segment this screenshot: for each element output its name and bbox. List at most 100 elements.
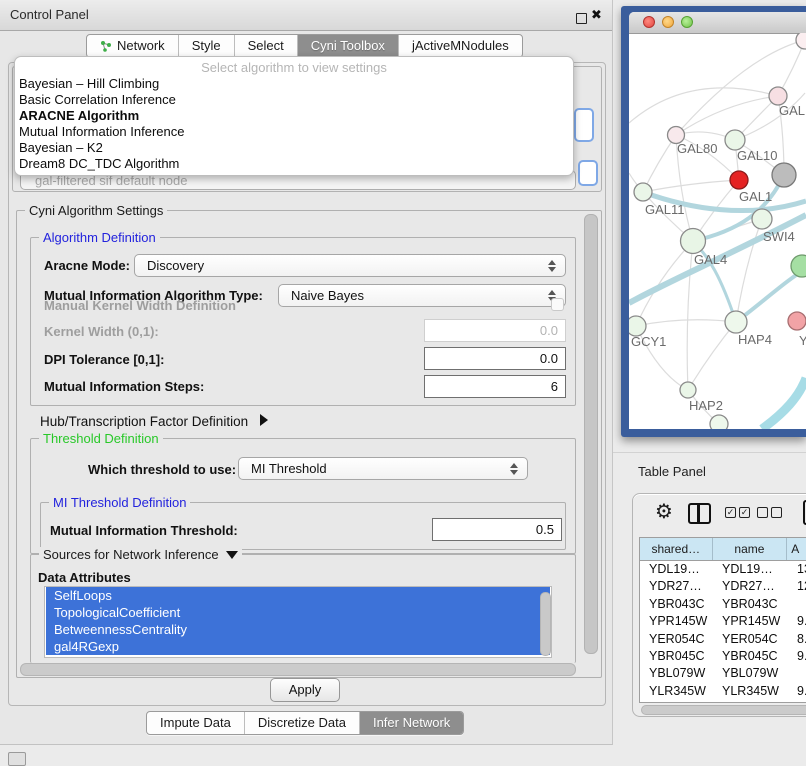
table-cell[interactable]: 12 xyxy=(788,578,806,595)
table-cell[interactable]: YPR145W xyxy=(713,613,788,630)
table-row[interactable]: YBL079WYBL079W xyxy=(640,665,806,682)
tab-jactivemnodules[interactable]: jActiveMNodules xyxy=(398,35,522,57)
table-cell[interactable]: YBR043C xyxy=(640,596,713,613)
select-all-columns-icon[interactable]: ✓ ✓ xyxy=(725,507,750,518)
zoom-traffic-light-icon[interactable] xyxy=(681,16,693,28)
settings-vertical-scrollbar[interactable] xyxy=(584,214,598,654)
table-cell[interactable]: YER054C xyxy=(713,631,788,648)
node-hap2[interactable] xyxy=(680,382,696,398)
gear-icon[interactable]: ⚙ xyxy=(655,498,673,526)
collapse-arrow-icon[interactable] xyxy=(226,551,238,559)
table-cell[interactable]: YDL19… xyxy=(640,561,713,578)
tab-cyni-toolbox[interactable]: Cyni Toolbox xyxy=(297,35,398,57)
data-attributes-list[interactable]: SelfLoopsTopologicalCoefficientBetweenne… xyxy=(44,586,552,658)
table-cell[interactable]: YER054C xyxy=(640,631,713,648)
node-hap4[interactable] xyxy=(725,311,747,333)
table-cell[interactable]: 9. xyxy=(788,648,806,665)
table-cell[interactable]: YIL052C xyxy=(713,700,788,703)
algorithm-option[interactable]: Mutual Information Inference xyxy=(18,124,570,140)
attribute-list-scrollbar[interactable] xyxy=(540,592,551,656)
algorithm-option[interactable]: Bayesian – Hill Climbing xyxy=(18,76,570,92)
table-cell[interactable] xyxy=(788,596,806,613)
table-row[interactable]: YDL19…YDL19…13 xyxy=(640,561,806,578)
table-cell[interactable]: 9. xyxy=(788,683,806,700)
deselect-all-columns-icon[interactable] xyxy=(757,507,782,518)
table-row[interactable]: YLR345WYLR345W9. xyxy=(640,683,806,700)
node-gcy1[interactable] xyxy=(629,316,646,336)
table-cell[interactable]: YBR045C xyxy=(713,648,788,665)
table-horizontal-scrollbar[interactable] xyxy=(641,705,806,715)
close-icon[interactable]: ✖ xyxy=(591,7,602,23)
dpi-tolerance-input[interactable]: 0.0 xyxy=(424,347,566,370)
close-traffic-light-icon[interactable] xyxy=(643,16,655,28)
node-salmon[interactable] xyxy=(788,312,806,330)
table-cell[interactable]: YPR145W xyxy=(640,613,713,630)
table-cell[interactable]: YDL19… xyxy=(713,561,788,578)
attribute-item-selected[interactable]: gal4RGexp xyxy=(46,638,550,655)
table-cell[interactable]: YLR345W xyxy=(713,683,788,700)
control-panel-titlebar: Control Panel ✖ xyxy=(0,0,612,31)
node-swi4[interactable] xyxy=(752,209,772,229)
node-gal11[interactable] xyxy=(634,183,652,201)
node[interactable] xyxy=(710,415,728,429)
manual-kernel-checkbox[interactable] xyxy=(551,298,564,311)
table-cell[interactable]: 13 xyxy=(788,561,806,578)
column-header-name[interactable]: name xyxy=(713,538,788,560)
table-cell[interactable]: YDR27… xyxy=(713,578,788,595)
table-row[interactable]: YIL052CYIL052C9. xyxy=(640,700,806,703)
table-cell[interactable]: YBR045C xyxy=(640,648,713,665)
algorithm-option[interactable]: ARACNE Algorithm xyxy=(18,108,570,124)
table-row[interactable]: YBR043CYBR043C xyxy=(640,596,806,613)
tab-style[interactable]: Style xyxy=(178,35,234,57)
attribute-item-selected[interactable]: BetweennessCentrality xyxy=(46,621,550,638)
node-gal4[interactable] xyxy=(681,229,706,254)
network-canvas[interactable]: GAL80 GAL10 GAL1 GAL11 SWI4 GAL4 GCY1 HA… xyxy=(629,33,806,429)
column-header-shared-name[interactable]: shared… xyxy=(640,538,713,560)
node-gal10[interactable] xyxy=(725,130,745,150)
table-cell[interactable]: 9. xyxy=(788,700,806,703)
mi-steps-input[interactable]: 6 xyxy=(424,375,566,398)
node-gray[interactable] xyxy=(772,163,796,187)
attribute-item-selected[interactable]: SelfLoops xyxy=(46,587,550,604)
node-label: HAP4 xyxy=(738,332,772,347)
kernel-width-input[interactable]: 0.0 xyxy=(424,319,566,342)
float-window-icon[interactable] xyxy=(576,13,587,24)
table-cell[interactable]: 8. xyxy=(788,631,806,648)
table-row[interactable]: YPR145WYPR145W9. xyxy=(640,613,806,630)
which-threshold-combo[interactable]: MI Threshold xyxy=(238,457,528,480)
table-cell[interactable]: 9. xyxy=(788,613,806,630)
column-header-clipped[interactable]: A xyxy=(787,538,806,560)
tab-infer-network[interactable]: Infer Network xyxy=(359,712,463,734)
algorithm-option[interactable]: Dream8 DC_TDC Algorithm xyxy=(18,156,570,172)
table-cell[interactable] xyxy=(788,665,806,682)
tab-impute-data[interactable]: Impute Data xyxy=(147,712,244,734)
table-row[interactable]: YBR045CYBR045C9. xyxy=(640,648,806,665)
table-cell[interactable]: YDR27… xyxy=(640,578,713,595)
split-columns-icon[interactable] xyxy=(688,503,711,524)
tab-discretize-data[interactable]: Discretize Data xyxy=(244,712,359,734)
mi-type-combo[interactable]: Naive Bayes xyxy=(278,284,566,307)
tab-select[interactable]: Select xyxy=(234,35,297,57)
mi-threshold-input[interactable]: 0.5 xyxy=(432,518,562,541)
table-row[interactable]: YER054CYER054C8. xyxy=(640,631,806,648)
table-cell[interactable]: YBR043C xyxy=(713,596,788,613)
table-cell[interactable]: YIL052C xyxy=(640,700,713,703)
hub-definition-expander[interactable]: Hub/Transcription Factor Definition xyxy=(40,414,268,429)
aracne-mode-combo[interactable]: Discovery xyxy=(134,254,566,277)
network-window-titlebar[interactable] xyxy=(629,12,806,34)
table-cell[interactable]: YBL079W xyxy=(713,665,788,682)
apply-button[interactable]: Apply xyxy=(270,678,340,702)
algorithm-option[interactable]: Basic Correlation Inference xyxy=(18,92,570,108)
algorithm-option[interactable]: Bayesian – K2 xyxy=(18,140,570,156)
tab-network[interactable]: Network xyxy=(87,35,178,57)
node[interactable] xyxy=(796,33,806,49)
table-row[interactable]: YDR27…YDR27…12 xyxy=(640,578,806,595)
attribute-item-selected[interactable]: TopologicalCoefficient xyxy=(46,604,550,621)
combo-value: Naive Bayes xyxy=(291,288,364,303)
settings-horizontal-scrollbar[interactable] xyxy=(20,663,576,676)
table-cell[interactable]: YBL079W xyxy=(640,665,713,682)
table-cell[interactable]: YLR345W xyxy=(640,683,713,700)
node-green[interactable] xyxy=(791,255,806,277)
node-gal1-selected[interactable] xyxy=(730,171,748,189)
minimize-traffic-light-icon[interactable] xyxy=(662,16,674,28)
